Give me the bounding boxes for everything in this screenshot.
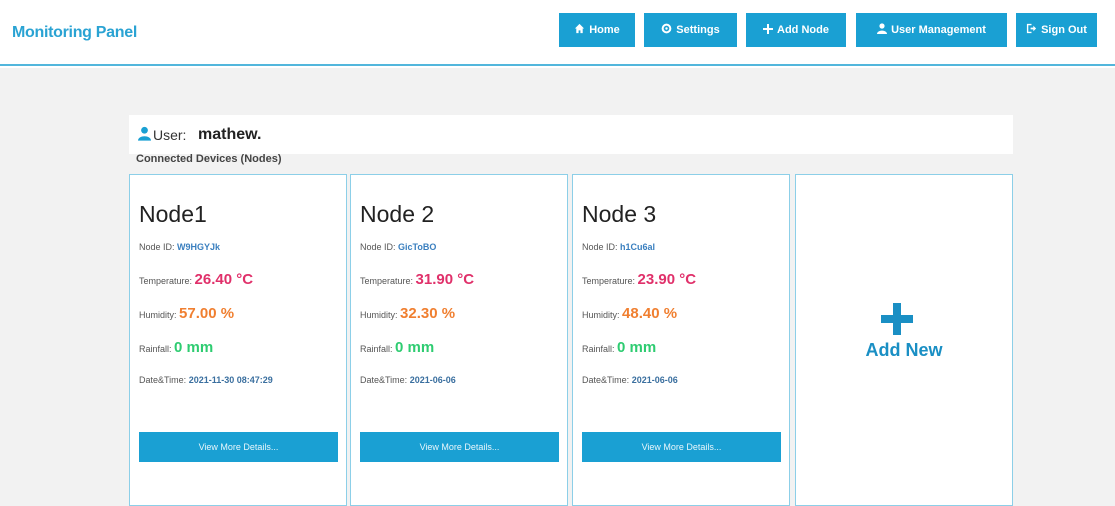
home-button[interactable]: Home [559,13,635,47]
home-label: Home [589,24,620,36]
rainfall-value: 0 mm [617,339,657,356]
temperature-row: Temperature: 31.90 °C [360,271,474,288]
datetime-value: 2021-11-30 08:47:29 [188,375,273,385]
node-title: Node 3 [582,201,657,227]
brand-title[interactable]: Monitoring Panel [12,24,137,42]
rainfall-label: Rainfall: [360,344,393,354]
rainfall-value: 0 mm [174,339,214,356]
view-details-button[interactable]: View More Details... [582,432,781,462]
user-icon [877,23,888,37]
sign-out-label: Sign Out [1041,24,1087,36]
datetime-label: Date&Time: [139,375,187,385]
node-id-label: Node ID: [360,242,396,252]
node-id-value: W9HGYJk [177,242,221,252]
gear-icon [661,23,672,37]
temperature-label: Temperature: [139,276,193,286]
view-details-button[interactable]: View More Details... [360,432,559,462]
add-new-label: Add New [865,340,943,360]
node-id-row: Node ID: h1Cu6al [582,242,655,252]
temperature-row: Temperature: 26.40 °C [139,271,253,288]
node-id-value: h1Cu6al [620,242,656,252]
humidity-row: Humidity: 32.30 % [360,305,455,322]
user-name: mathew. [198,126,262,143]
datetime-row: Date&Time: 2021-11-30 08:47:29 [139,375,273,385]
user-label: User: [153,127,187,143]
settings-label: Settings [676,24,720,36]
user-management-label: User Management [891,24,986,36]
user-info-panel: User: mathew. [129,115,1013,154]
node-card: Node 3 Node ID: h1Cu6al Temperature: 23.… [572,174,790,506]
node-id-row: Node ID: W9HGYJk [139,242,220,252]
node-title: Node 2 [360,201,435,227]
humidity-value: 57.00 % [179,305,235,322]
node-card: Node1 Node ID: W9HGYJk Temperature: 26.4… [129,174,347,506]
rainfall-label: Rainfall: [139,344,172,354]
home-icon [574,23,585,37]
node-id-label: Node ID: [139,242,175,252]
section-title: Connected Devices (Nodes) [136,153,282,165]
add-node-button[interactable]: Add Node [746,13,846,47]
settings-button[interactable]: Settings [644,13,737,47]
datetime-value: 2021-06-06 [409,375,456,385]
temperature-value: 23.90 °C [637,271,697,288]
user-icon [138,126,152,142]
datetime-row: Date&Time: 2021-06-06 [582,375,678,385]
view-details-button[interactable]: View More Details... [139,432,338,462]
datetime-label: Date&Time: [360,375,408,385]
main-content: User: mathew. Connected Devices (Nodes) … [0,68,1115,506]
sign-out-button[interactable]: Sign Out [1016,13,1097,47]
add-new-card[interactable]: Add New [795,174,1013,506]
humidity-row: Humidity: 48.40 % [582,305,677,322]
node-card: Node 2 Node ID: GicToBO Temperature: 31.… [350,174,568,506]
temperature-label: Temperature: [582,276,636,286]
node-id-label: Node ID: [582,242,618,252]
sign-out-icon [1026,23,1037,37]
temperature-value: 31.90 °C [415,271,475,288]
add-node-label: Add Node [777,24,829,36]
rainfall-row: Rainfall: 0 mm [139,339,213,356]
rainfall-row: Rainfall: 0 mm [582,339,656,356]
rainfall-value: 0 mm [395,339,435,356]
datetime-value: 2021-06-06 [631,375,678,385]
datetime-label: Date&Time: [582,375,630,385]
node-title: Node1 [139,201,207,227]
plus-icon [879,301,915,337]
temperature-value: 26.40 °C [194,271,254,288]
humidity-label: Humidity: [360,310,398,320]
node-id-row: Node ID: GicToBO [360,242,436,252]
user-management-button[interactable]: User Management [856,13,1007,47]
plus-icon [763,23,774,37]
humidity-value: 32.30 % [400,305,456,322]
top-navbar: Monitoring Panel Home Settings Add Node … [0,0,1115,66]
datetime-row: Date&Time: 2021-06-06 [360,375,456,385]
temperature-label: Temperature: [360,276,414,286]
rainfall-row: Rainfall: 0 mm [360,339,434,356]
humidity-label: Humidity: [139,310,177,320]
node-id-value: GicToBO [398,242,437,252]
humidity-row: Humidity: 57.00 % [139,305,234,322]
humidity-label: Humidity: [582,310,620,320]
temperature-row: Temperature: 23.90 °C [582,271,696,288]
humidity-value: 48.40 % [622,305,678,322]
rainfall-label: Rainfall: [582,344,615,354]
